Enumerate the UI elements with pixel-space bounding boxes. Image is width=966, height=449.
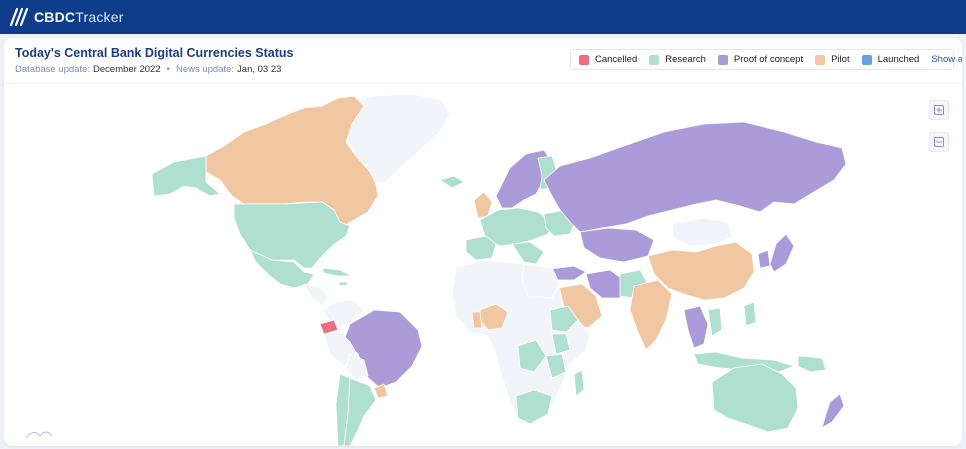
legend-item-pilot[interactable]: Pilot — [815, 54, 850, 65]
legend-label: Cancelled — [595, 54, 638, 65]
legend-item-launched[interactable]: Launched — [861, 54, 920, 65]
status-legend: Cancelled Research Proof of concept Pilo… — [570, 49, 962, 70]
country-italy-balkans — [511, 241, 545, 265]
legend-label: Proof of concept — [733, 54, 804, 65]
legend-swatch — [649, 54, 660, 65]
zoom-in-button[interactable] — [929, 100, 949, 120]
country-ghana — [471, 311, 483, 329]
country-kazakhstan — [579, 227, 655, 263]
legend-item-research[interactable]: Research — [649, 54, 706, 65]
separator-dot: • — [166, 64, 170, 75]
zoom-in-icon — [934, 105, 944, 115]
slashes-logo-icon — [9, 7, 29, 27]
update-info: Database update: December 2022 • News up… — [15, 64, 281, 75]
show-all-link[interactable]: Show all — [931, 54, 962, 65]
country-japan — [769, 233, 795, 273]
country-india — [629, 279, 673, 351]
world-map[interactable] — [4, 84, 962, 446]
country-madagascar — [573, 369, 585, 397]
country-south-africa — [515, 389, 553, 425]
country-australia — [711, 363, 799, 433]
country-caribbean — [321, 267, 353, 277]
zoom-out-icon — [934, 137, 944, 147]
legend-label: Launched — [877, 54, 920, 65]
country-papua — [797, 355, 827, 373]
legend-item-cancelled[interactable]: Cancelled — [579, 54, 637, 65]
country-new-zealand — [821, 393, 845, 429]
country-vietnam — [707, 307, 723, 337]
legend-item-proof-of-concept[interactable]: Proof of concept — [717, 54, 804, 65]
logo-bold: CBDC — [34, 9, 76, 25]
page-title: Today's Central Bank Digital Currencies … — [15, 46, 294, 60]
country-se-asia — [683, 305, 709, 349]
country-russia — [543, 121, 847, 233]
zoom-out-button[interactable] — [929, 132, 949, 152]
app-logo-text: CBDCTracker — [34, 9, 124, 25]
news-update-label: News update: — [175, 64, 235, 75]
logo-light: Tracker — [75, 9, 124, 25]
country-uk — [473, 191, 493, 219]
legend-swatch — [861, 54, 872, 65]
map-watermark — [25, 431, 53, 439]
top-navbar: CBDCTracker — [0, 0, 966, 34]
legend-label: Research — [665, 54, 706, 65]
legend-swatch — [815, 54, 826, 65]
app-logo[interactable]: CBDCTracker — [8, 7, 124, 27]
country-philippines — [743, 301, 757, 327]
legend-swatch — [579, 54, 589, 65]
country-korea — [757, 249, 771, 269]
legend-swatch — [717, 54, 728, 65]
database-update-value: December 2022 — [93, 64, 161, 75]
country-mongolia — [671, 217, 733, 247]
country-jamaica — [337, 281, 349, 287]
news-update-value: Jan, 03 23 — [237, 64, 282, 75]
status-card: Today's Central Bank Digital Currencies … — [4, 38, 962, 446]
country-iceland — [439, 175, 465, 189]
country-usa — [233, 201, 351, 269]
database-update-label: Database update: — [15, 64, 91, 75]
legend-label: Pilot — [831, 54, 850, 65]
country-central-america — [303, 283, 329, 307]
